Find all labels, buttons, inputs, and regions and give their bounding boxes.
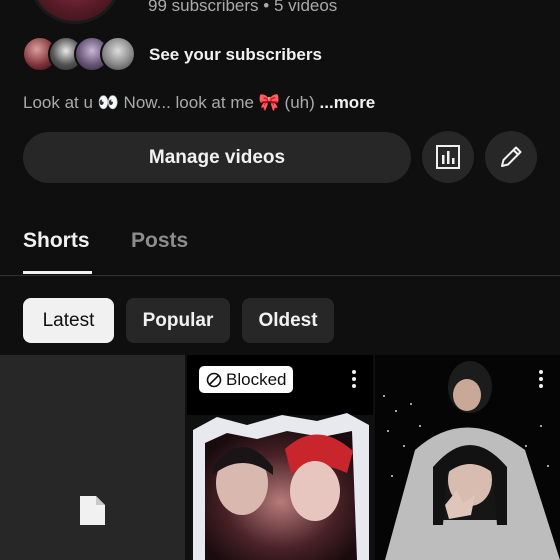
pencil-icon <box>501 146 522 167</box>
tab-posts[interactable]: Posts <box>131 229 188 253</box>
manage-videos-label: Manage videos <box>148 146 286 168</box>
analytics-button[interactable] <box>422 131 474 183</box>
short-item[interactable] <box>0 355 185 560</box>
channel-avatar[interactable] <box>30 0 120 24</box>
blocked-icon <box>206 372 222 387</box>
manage-videos-button[interactable]: Manage videos <box>23 132 411 183</box>
chip-oldest[interactable]: Oldest <box>242 298 334 343</box>
short-item[interactable] <box>375 355 560 560</box>
blocked-badge: Blocked <box>199 366 294 393</box>
chip-latest[interactable]: Latest <box>23 298 114 343</box>
subscriber-avatar <box>100 36 136 72</box>
more-vert-icon[interactable] <box>351 369 357 389</box>
edit-button[interactable] <box>485 131 537 183</box>
chip-popular-label: Popular <box>142 309 214 331</box>
channel-description[interactable]: Look at u 👀 Now... look at me 🎀 (uh) ...… <box>23 93 375 113</box>
more-link[interactable]: ...more <box>315 93 376 112</box>
stats-separator: • <box>263 0 270 15</box>
subscriber-avatars[interactable] <box>22 36 138 72</box>
video-count: 5 videos <box>273 0 338 15</box>
tab-shorts[interactable]: Shorts <box>23 229 90 253</box>
subscriber-count: 99 subscribers <box>148 0 259 15</box>
more-vert-icon[interactable] <box>538 369 544 389</box>
active-tab-indicator <box>23 271 92 274</box>
channel-stats: 99 subscribers • 5 videos <box>148 0 337 16</box>
analytics-icon <box>436 145 460 169</box>
blocked-label: Blocked <box>226 369 287 389</box>
short-thumbnail <box>375 355 560 560</box>
channel-tabs: Shorts Posts <box>0 220 560 276</box>
chip-oldest-label: Oldest <box>258 309 318 331</box>
file-icon <box>80 496 105 525</box>
chip-popular[interactable]: Popular <box>126 298 230 343</box>
chip-latest-label: Latest <box>42 309 95 331</box>
see-subscribers-link[interactable]: See your subscribers <box>149 45 322 65</box>
description-text: Look at u 👀 Now... look at me 🎀 (uh) <box>23 93 315 112</box>
